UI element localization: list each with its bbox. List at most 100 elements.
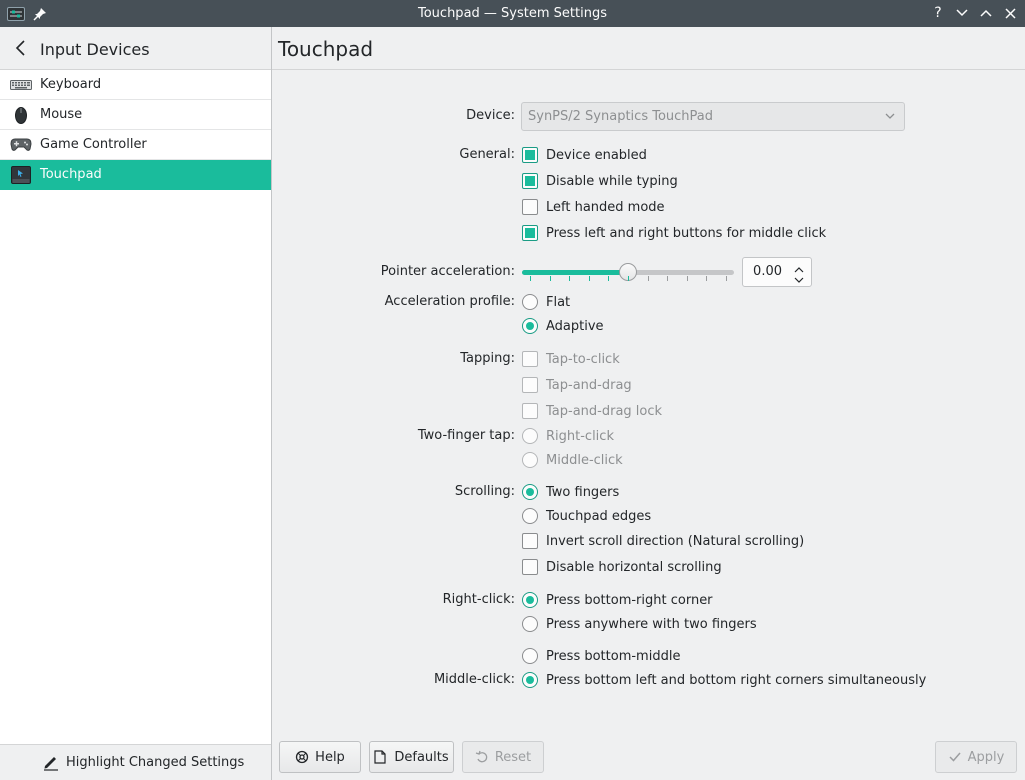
sidebar: Input Devices Keyboard Mouse Game Contro… [0, 27, 272, 780]
scroll-touchpad-edges-radio[interactable]: Touchpad edges [522, 507, 651, 525]
close-icon[interactable] [1000, 3, 1020, 23]
device-label: Device: [466, 108, 515, 123]
checkbox-box[interactable] [522, 377, 538, 393]
profile-flat-radio[interactable]: Flat [522, 293, 570, 311]
radio-circle[interactable] [522, 592, 538, 608]
natural-scrolling-checkbox[interactable]: Invert scroll direction (Natural scrolli… [522, 532, 804, 550]
radio-circle[interactable] [522, 484, 538, 500]
right-click-label: Right-click: [442, 592, 515, 607]
option-label: Tap-and-drag [546, 377, 632, 393]
checkbox-box[interactable] [522, 533, 538, 549]
defaults-button-label: Defaults [394, 749, 449, 765]
touchpad-icon [9, 165, 33, 185]
highlight-changed-settings-button[interactable]: Highlight Changed Settings [0, 744, 271, 780]
disable-while-typing-checkbox[interactable]: Disable while typing [522, 172, 678, 190]
highlight-changed-label: Highlight Changed Settings [66, 755, 245, 770]
sidebar-header: Input Devices [0, 27, 271, 70]
option-label: Device enabled [546, 147, 647, 163]
spin-down-icon[interactable] [793, 273, 805, 283]
option-label: Press left and right buttons for middle … [546, 225, 827, 241]
back-arrow-icon[interactable] [14, 39, 32, 59]
sidebar-item-label: Mouse [40, 107, 83, 122]
radio-circle[interactable] [522, 616, 538, 632]
mouse-icon [9, 105, 33, 125]
option-label: Press bottom left and bottom right corne… [546, 672, 927, 688]
apply-button[interactable]: Apply [935, 741, 1017, 773]
pointer-acceleration-spinbox[interactable]: 0.00 [742, 257, 812, 287]
sidebar-item-label: Touchpad [40, 167, 102, 182]
option-label: Touchpad edges [546, 508, 652, 524]
radio-circle[interactable] [522, 452, 538, 468]
disable-horizontal-scrolling-checkbox[interactable]: Disable horizontal scrolling [522, 558, 722, 576]
undo-icon [475, 750, 489, 764]
checkmark-icon [948, 750, 962, 764]
option-label: Two fingers [546, 484, 620, 500]
right-click-bottom-right-radio[interactable]: Press bottom-right corner [522, 591, 713, 609]
tap-to-click-checkbox[interactable]: Tap-to-click [522, 350, 620, 368]
middle-click-bottom-middle-radio[interactable]: Press bottom-middle [522, 647, 680, 665]
tapping-label: Tapping: [460, 351, 515, 366]
help-icon [295, 750, 309, 764]
slider-tick [726, 276, 727, 281]
sidebar-item-label: Keyboard [40, 77, 102, 92]
two-finger-right-click-radio[interactable]: Right-click [522, 427, 614, 445]
checkbox-box[interactable] [522, 147, 538, 163]
help-button[interactable]: Help [279, 741, 361, 773]
radio-circle[interactable] [522, 648, 538, 664]
slider-tick [647, 276, 649, 281]
checkbox-box[interactable] [522, 559, 538, 575]
option-label: Adaptive [546, 318, 604, 334]
sidebar-item-touchpad[interactable]: Touchpad [0, 160, 271, 190]
radio-circle[interactable] [522, 318, 538, 334]
checkbox-box[interactable] [522, 173, 538, 189]
two-finger-middle-click-radio[interactable]: Middle-click [522, 451, 623, 469]
device-select-value: SynPS/2 Synaptics TouchPad [528, 109, 714, 124]
checkbox-box[interactable] [522, 225, 538, 241]
radio-circle[interactable] [522, 294, 538, 310]
slider-tick [588, 276, 590, 281]
option-label: Flat [546, 294, 571, 310]
pen-icon [42, 753, 60, 771]
minimize-icon[interactable] [952, 3, 972, 23]
device-select[interactable]: SynPS/2 Synaptics TouchPad [521, 102, 905, 131]
defaults-button[interactable]: Defaults [369, 741, 454, 773]
sidebar-item-keyboard[interactable]: Keyboard [0, 70, 271, 100]
left-handed-mode-checkbox[interactable]: Left handed mode [522, 198, 665, 216]
apply-button-label: Apply [967, 749, 1005, 765]
maximize-icon[interactable] [976, 3, 996, 23]
sidebar-item-game-controller[interactable]: Game Controller [0, 130, 271, 160]
checkbox-box[interactable] [522, 351, 538, 367]
radio-circle[interactable] [522, 428, 538, 444]
scroll-two-fingers-radio[interactable]: Two fingers [522, 483, 619, 501]
option-label: Invert scroll direction (Natural scrolli… [546, 533, 805, 549]
slider-tick [686, 276, 688, 281]
sidebar-item-mouse[interactable]: Mouse [0, 100, 271, 130]
chevron-down-icon [884, 110, 896, 122]
spin-up-icon[interactable] [793, 263, 805, 273]
option-label: Press anywhere with two fingers [546, 616, 757, 632]
option-label: Press bottom-right corner [546, 592, 713, 608]
tap-and-drag-checkbox[interactable]: Tap-and-drag [522, 376, 632, 394]
sidebar-title: Input Devices [40, 40, 150, 59]
profile-adaptive-radio[interactable]: Adaptive [522, 317, 604, 335]
middle-click-corners-radio[interactable]: Press bottom left and bottom right corne… [522, 671, 926, 689]
middle-click-emulation-checkbox[interactable]: Press left and right buttons for middle … [522, 224, 826, 242]
reset-button[interactable]: Reset [462, 741, 544, 773]
device-enabled-checkbox[interactable]: Device enabled [522, 146, 647, 164]
checkbox-box[interactable] [522, 199, 538, 215]
keyboard-icon [9, 75, 33, 95]
radio-circle[interactable] [522, 672, 538, 688]
slider-tick [628, 276, 629, 281]
page-header: Touchpad [272, 27, 1025, 70]
checkbox-box[interactable] [522, 403, 538, 419]
general-label: General: [459, 147, 515, 162]
help-icon[interactable]: ? [928, 3, 948, 23]
right-click-two-fingers-radio[interactable]: Press anywhere with two fingers [522, 615, 757, 633]
tap-and-drag-lock-checkbox[interactable]: Tap-and-drag lock [522, 402, 662, 420]
option-label: Tap-to-click [546, 351, 620, 367]
window-titlebar: Touchpad — System Settings ? [0, 0, 1025, 27]
radio-circle[interactable] [522, 508, 538, 524]
slider-ticks [522, 276, 734, 284]
acceleration-profile-label: Acceleration profile: [384, 294, 515, 309]
slider-tick [530, 276, 531, 281]
